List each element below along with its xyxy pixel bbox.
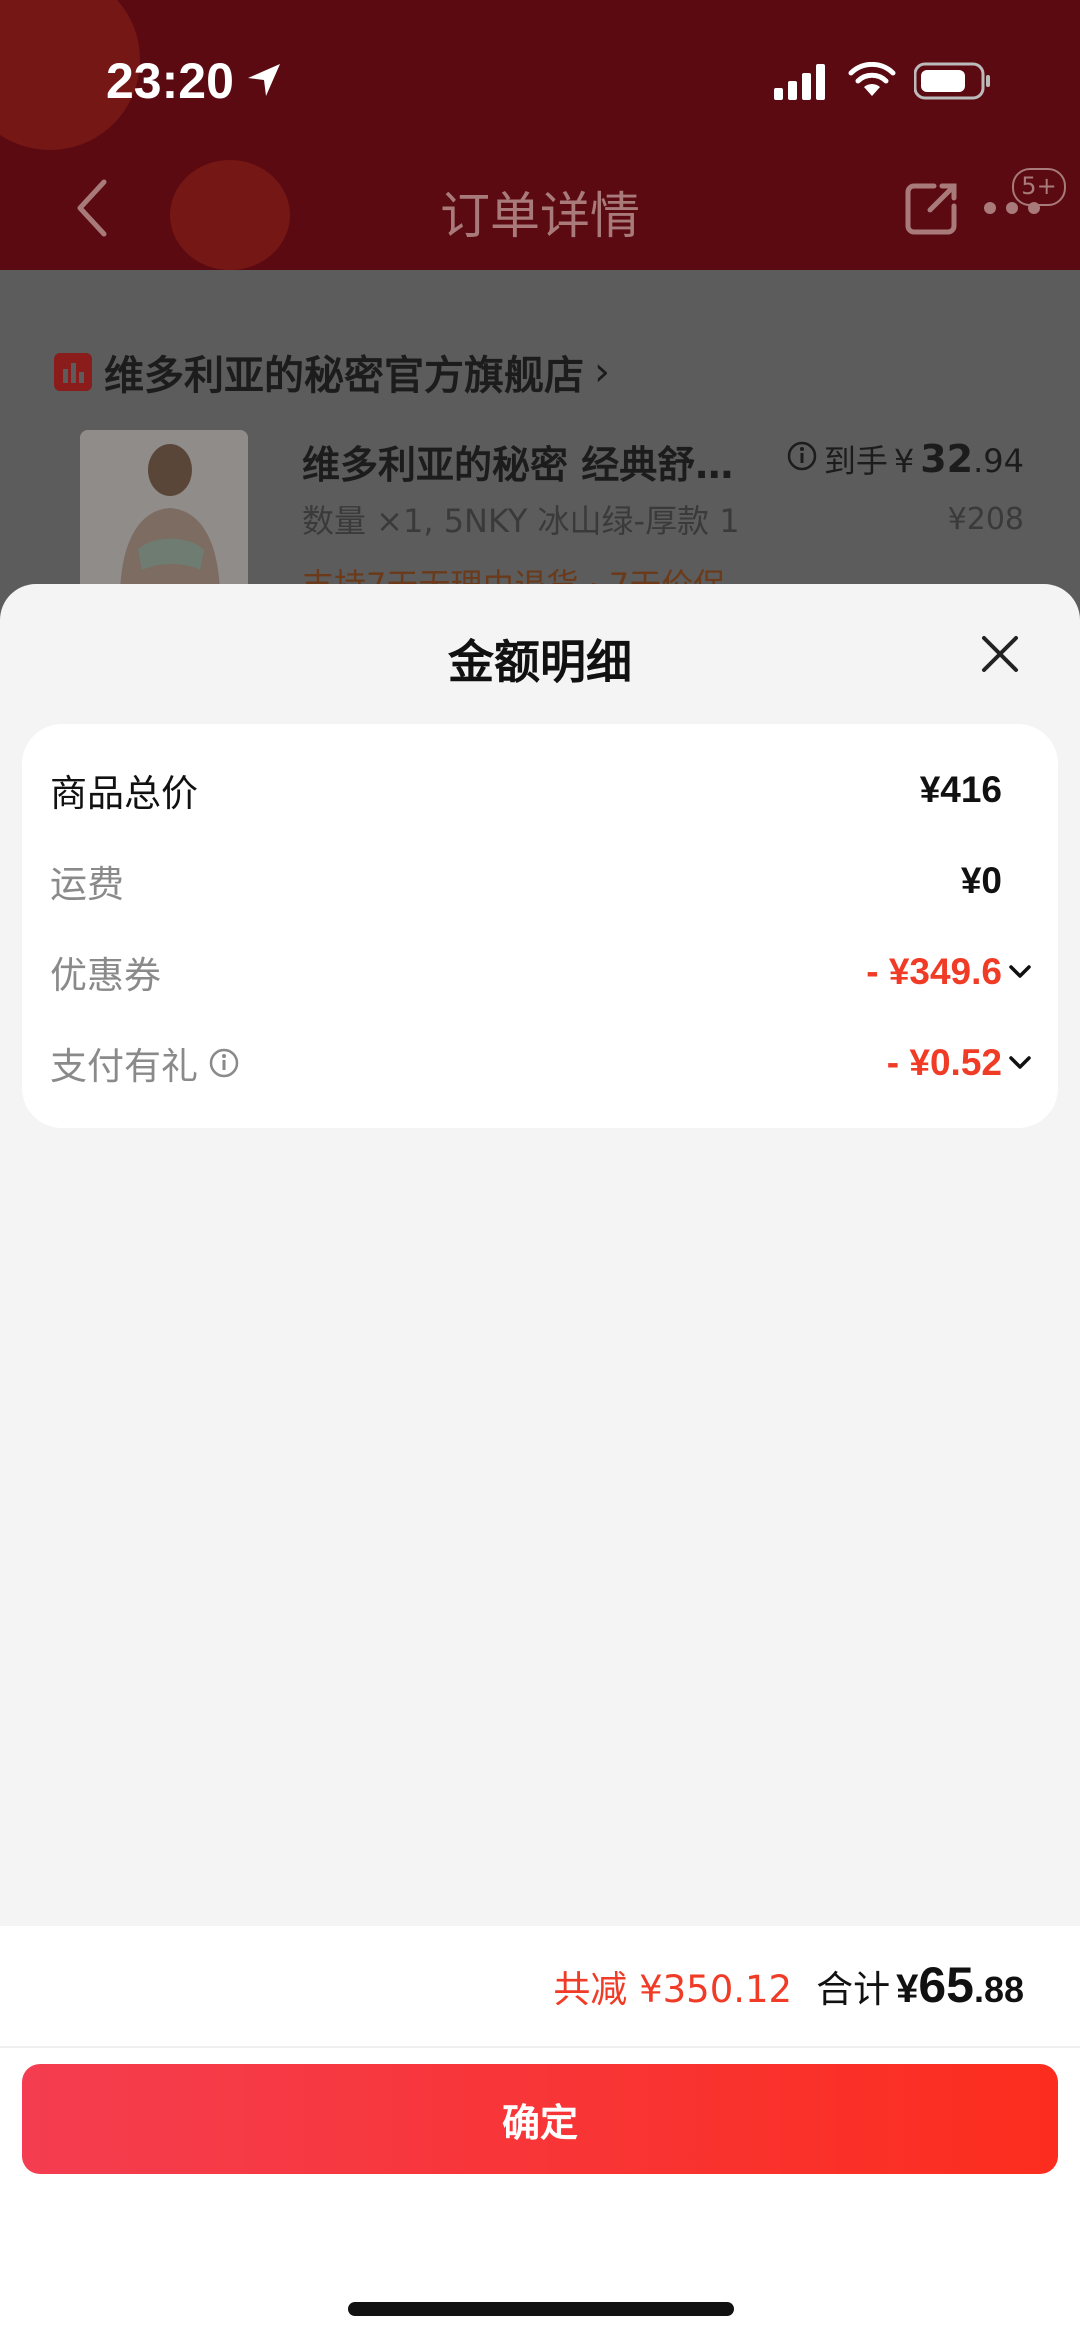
- original-price: ¥208: [947, 502, 1024, 537]
- amount-detail-sheet: 金额明细 商品总价 ¥416 运费 ¥0 优惠券 - ¥349.6 支付有礼 -…: [0, 584, 1080, 2341]
- status-bar: 23:20: [0, 0, 1080, 160]
- price-integer: 32: [920, 437, 974, 481]
- divider: [0, 2046, 1080, 2048]
- home-indicator[interactable]: [348, 2302, 734, 2316]
- row-payment-gift[interactable]: 支付有礼 - ¥0.52: [50, 1033, 1031, 1093]
- store-icon: [54, 353, 92, 391]
- row-shipping: 运费 ¥0: [50, 851, 1002, 911]
- notification-badge: 5+: [1012, 168, 1066, 206]
- row-value: - ¥349.6: [866, 951, 1002, 992]
- row-value: - ¥0.52: [886, 1042, 1002, 1083]
- total-yen: ¥: [896, 1967, 919, 2011]
- price-decimal: .94: [973, 442, 1024, 480]
- product-price: 到手 ¥ 32 .94: [786, 436, 1024, 482]
- signal-icon: [774, 64, 825, 100]
- row-label-wrap: 支付有礼: [50, 1036, 240, 1090]
- shop-name: 维多利亚的秘密官方旗舰店: [104, 353, 584, 399]
- page-header: 23:20 订单详情 5+: [0, 0, 1080, 270]
- row-value: ¥416: [919, 769, 1002, 810]
- info-icon[interactable]: [208, 1047, 240, 1079]
- sheet-footer: 共减 ¥350.12 合计 ¥65.88 确定: [0, 1926, 1080, 2341]
- battery-icon: [914, 62, 990, 100]
- row-value-wrap: - ¥349.6: [866, 951, 1031, 993]
- amount-summary: 共减 ¥350.12 合计 ¥65.88: [553, 1956, 1024, 2020]
- row-coupon[interactable]: 优惠券 - ¥349.6: [50, 942, 1031, 1002]
- status-time: 23:20: [106, 53, 234, 109]
- price-yen: ¥: [893, 442, 915, 480]
- row-value-wrap: - ¥0.52: [886, 1042, 1031, 1084]
- total-integer: 65: [918, 1957, 974, 2013]
- share-icon[interactable]: [904, 180, 960, 236]
- confirm-button[interactable]: 确定: [22, 2064, 1058, 2174]
- row-label: 优惠券: [50, 954, 161, 997]
- total-reduction: 共减 ¥350.12: [553, 1968, 793, 2011]
- total-label: 合计: [816, 1968, 891, 2011]
- row-goods-total: 商品总价 ¥416: [50, 760, 1002, 820]
- product-image[interactable]: [80, 430, 248, 600]
- amount-card: 商品总价 ¥416 运费 ¥0 优惠券 - ¥349.6 支付有礼 - ¥0.5…: [22, 724, 1058, 1128]
- wifi-icon: [848, 62, 896, 96]
- row-label: 支付有礼: [50, 1045, 198, 1088]
- info-icon[interactable]: [786, 440, 818, 472]
- shop-row[interactable]: 维多利亚的秘密官方旗舰店 ›: [54, 342, 610, 402]
- total-amount: ¥65.88: [896, 1956, 1024, 2014]
- chevron-down-icon[interactable]: [1008, 964, 1032, 980]
- chevron-right-icon: ›: [594, 349, 610, 395]
- product-title: 维多利亚的秘密 经典舒…: [302, 443, 732, 487]
- close-icon[interactable]: [976, 630, 1024, 678]
- price-prefix: 到手: [823, 442, 888, 480]
- product-spec: 数量 ×1, 5NKY 冰山绿-厚款 1: [302, 502, 740, 540]
- row-label: 商品总价: [50, 772, 198, 815]
- row-label: 运费: [50, 863, 124, 906]
- total-decimal: .88: [973, 1969, 1024, 2010]
- row-value: ¥0: [960, 860, 1002, 901]
- location-arrow-icon: [248, 64, 280, 96]
- chevron-down-icon[interactable]: [1008, 1055, 1032, 1071]
- sheet-title: 金额明细: [448, 635, 632, 689]
